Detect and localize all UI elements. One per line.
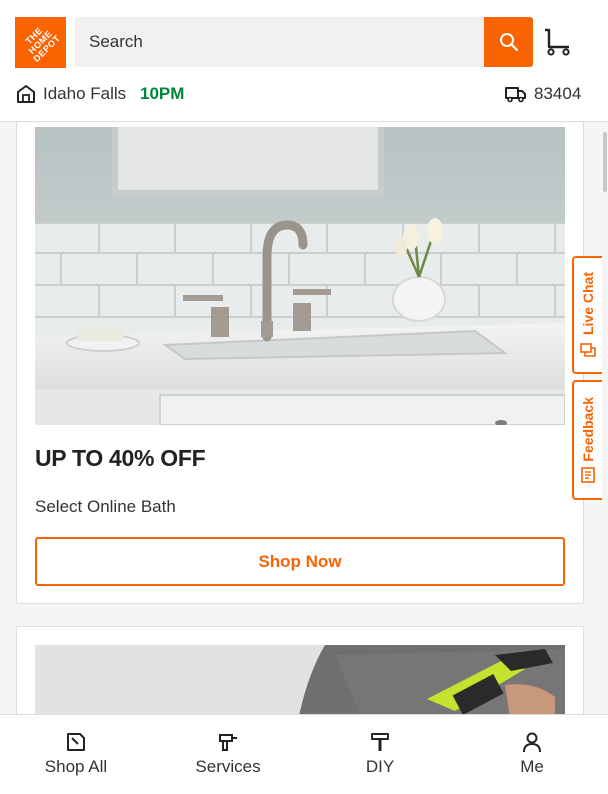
- header: THEHOMEDEPOT Idaho Falls 10PM 83404: [0, 0, 608, 122]
- drill-icon: [219, 734, 237, 751]
- search-input[interactable]: [75, 17, 484, 67]
- nav-diy-label: DIY: [365, 757, 395, 776]
- shop-now-button[interactable]: Shop Now: [35, 537, 565, 586]
- main-content: UP TO 40% OFF Select Online Bath Shop No…: [0, 122, 608, 714]
- promo-subtitle: Select Online Bath: [35, 497, 176, 516]
- nav-shop-all-label: Shop All: [44, 757, 108, 776]
- store-hours: 10PM: [140, 84, 185, 103]
- nav-diy[interactable]: DIY: [304, 715, 456, 794]
- nav-services-label: Services: [195, 757, 261, 776]
- search-bar: [75, 17, 533, 67]
- shop-all-icon: [67, 733, 85, 751]
- store-icon[interactable]: [16, 84, 36, 104]
- live-chat-label: Live Chat: [580, 272, 596, 336]
- bath-faucet-image[interactable]: [35, 127, 565, 425]
- bottom-nav: Shop All Services DIY Me: [0, 714, 608, 794]
- location-row: Idaho Falls 10PM 83404: [0, 80, 608, 110]
- logo-text: THE HOME DEPOT: [23, 25, 62, 64]
- home-depot-logo[interactable]: THE HOME DEPOT: [15, 17, 66, 68]
- second-promo-card: [16, 626, 584, 714]
- cart-icon[interactable]: [543, 27, 573, 57]
- feedback-label: Feedback: [580, 396, 596, 462]
- feedback-tab[interactable]: Feedback: [572, 380, 602, 500]
- nav-me-label: Me: [520, 757, 544, 776]
- hammer-icon: [371, 733, 389, 751]
- chat-icon: [580, 342, 596, 357]
- person-icon: [523, 732, 541, 753]
- store-name[interactable]: Idaho Falls: [43, 84, 126, 104]
- nav-me[interactable]: Me: [456, 715, 608, 794]
- live-chat-tab[interactable]: Live Chat: [572, 256, 602, 374]
- power-tool-image[interactable]: [35, 645, 565, 714]
- feedback-icon: [581, 467, 595, 484]
- nav-shop-all[interactable]: Shop All: [0, 715, 152, 794]
- search-button[interactable]: [484, 17, 533, 67]
- delivery-zip[interactable]: 83404: [534, 84, 581, 104]
- delivery-truck-icon[interactable]: [505, 85, 527, 103]
- promo-card: UP TO 40% OFF Select Online Bath Shop No…: [16, 122, 584, 604]
- promo-title: UP TO 40% OFF: [35, 445, 206, 471]
- nav-services[interactable]: Services: [152, 715, 304, 794]
- search-icon: [499, 33, 518, 52]
- scrollbar[interactable]: [603, 132, 607, 192]
